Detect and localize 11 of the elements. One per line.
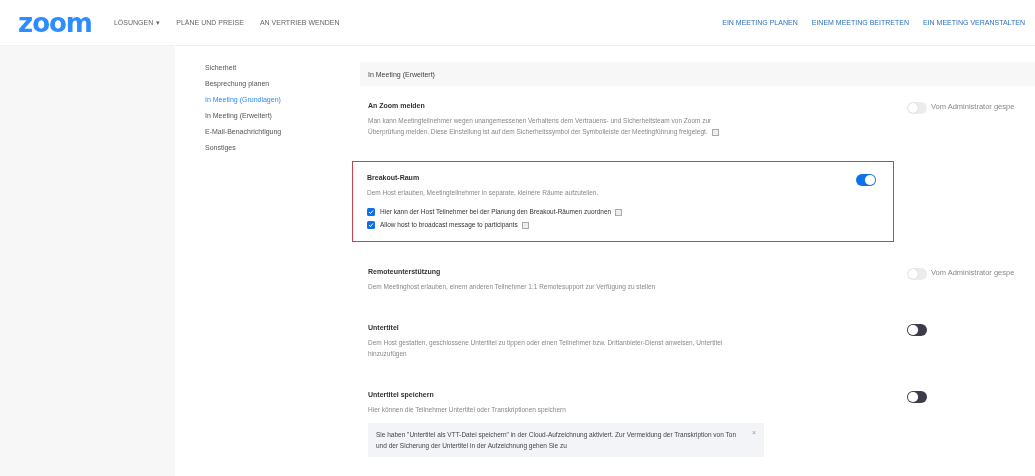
toggle-switch[interactable] (855, 174, 876, 186)
toggle-switch[interactable] (907, 391, 927, 403)
toggle-switch[interactable] (907, 324, 927, 336)
checkbox[interactable] (367, 208, 375, 216)
zoom-logo[interactable]: zoom (18, 7, 92, 38)
info-icon[interactable] (521, 221, 529, 229)
info-icon[interactable] (711, 128, 719, 136)
toggle-switch[interactable] (907, 102, 927, 114)
info-icon[interactable] (615, 208, 623, 216)
checkbox[interactable] (367, 221, 375, 229)
toggle-switch[interactable] (907, 268, 927, 280)
